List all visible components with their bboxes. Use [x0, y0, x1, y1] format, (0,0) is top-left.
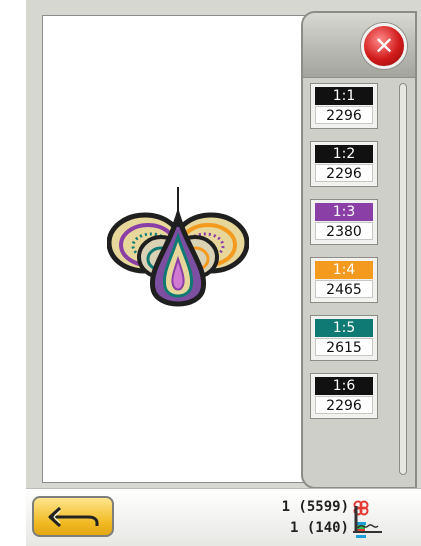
color-block-stitches: 2380 — [315, 222, 373, 240]
panel-header: ✕ — [303, 13, 415, 78]
color-block-label: 1:1 — [315, 87, 373, 105]
back-button[interactable] — [32, 496, 114, 537]
color-block-stitches: 2296 — [315, 106, 373, 124]
color-block-3[interactable]: 1:3 2380 — [310, 199, 378, 245]
color-block-2[interactable]: 1:2 2296 — [310, 141, 378, 187]
color-block-label: 1:6 — [315, 377, 373, 395]
close-button[interactable]: ✕ — [361, 23, 407, 69]
color-block-5[interactable]: 1:5 2615 — [310, 315, 378, 361]
color-block-label: 1:2 — [315, 145, 373, 163]
design-stitch-info: 1 (5599) — [281, 499, 349, 515]
color-block-stitches: 2615 — [315, 338, 373, 356]
close-icon: ✕ — [373, 32, 395, 60]
panel-scrollbar[interactable] — [399, 83, 407, 475]
color-block-1[interactable]: 1:1 2296 — [310, 83, 378, 129]
embroidery-design[interactable] — [107, 181, 249, 316]
color-block-4[interactable]: 1:4 2465 — [310, 257, 378, 303]
color-block-stitches: 2296 — [315, 396, 373, 414]
color-block-label: 1:5 — [315, 319, 373, 337]
design-info: 1 (5599) 1 (140) — [219, 498, 419, 540]
color-block-stitches: 2465 — [315, 280, 373, 298]
color-block-label: 1:4 — [315, 261, 373, 279]
embroidery-canvas[interactable] — [42, 15, 306, 483]
presser-foot-icon[interactable] — [350, 504, 384, 538]
color-stitch-info: 1 (140) — [289, 520, 349, 536]
color-block-panel: ✕ 1:1 2296 1:2 2296 1:3 2380 1:4 2465 1:… — [301, 11, 417, 489]
color-block-label: 1:3 — [315, 203, 373, 221]
color-block-stitches: 2296 — [315, 164, 373, 182]
back-arrow-icon — [48, 506, 99, 528]
color-block-6[interactable]: 1:6 2296 — [310, 373, 378, 419]
